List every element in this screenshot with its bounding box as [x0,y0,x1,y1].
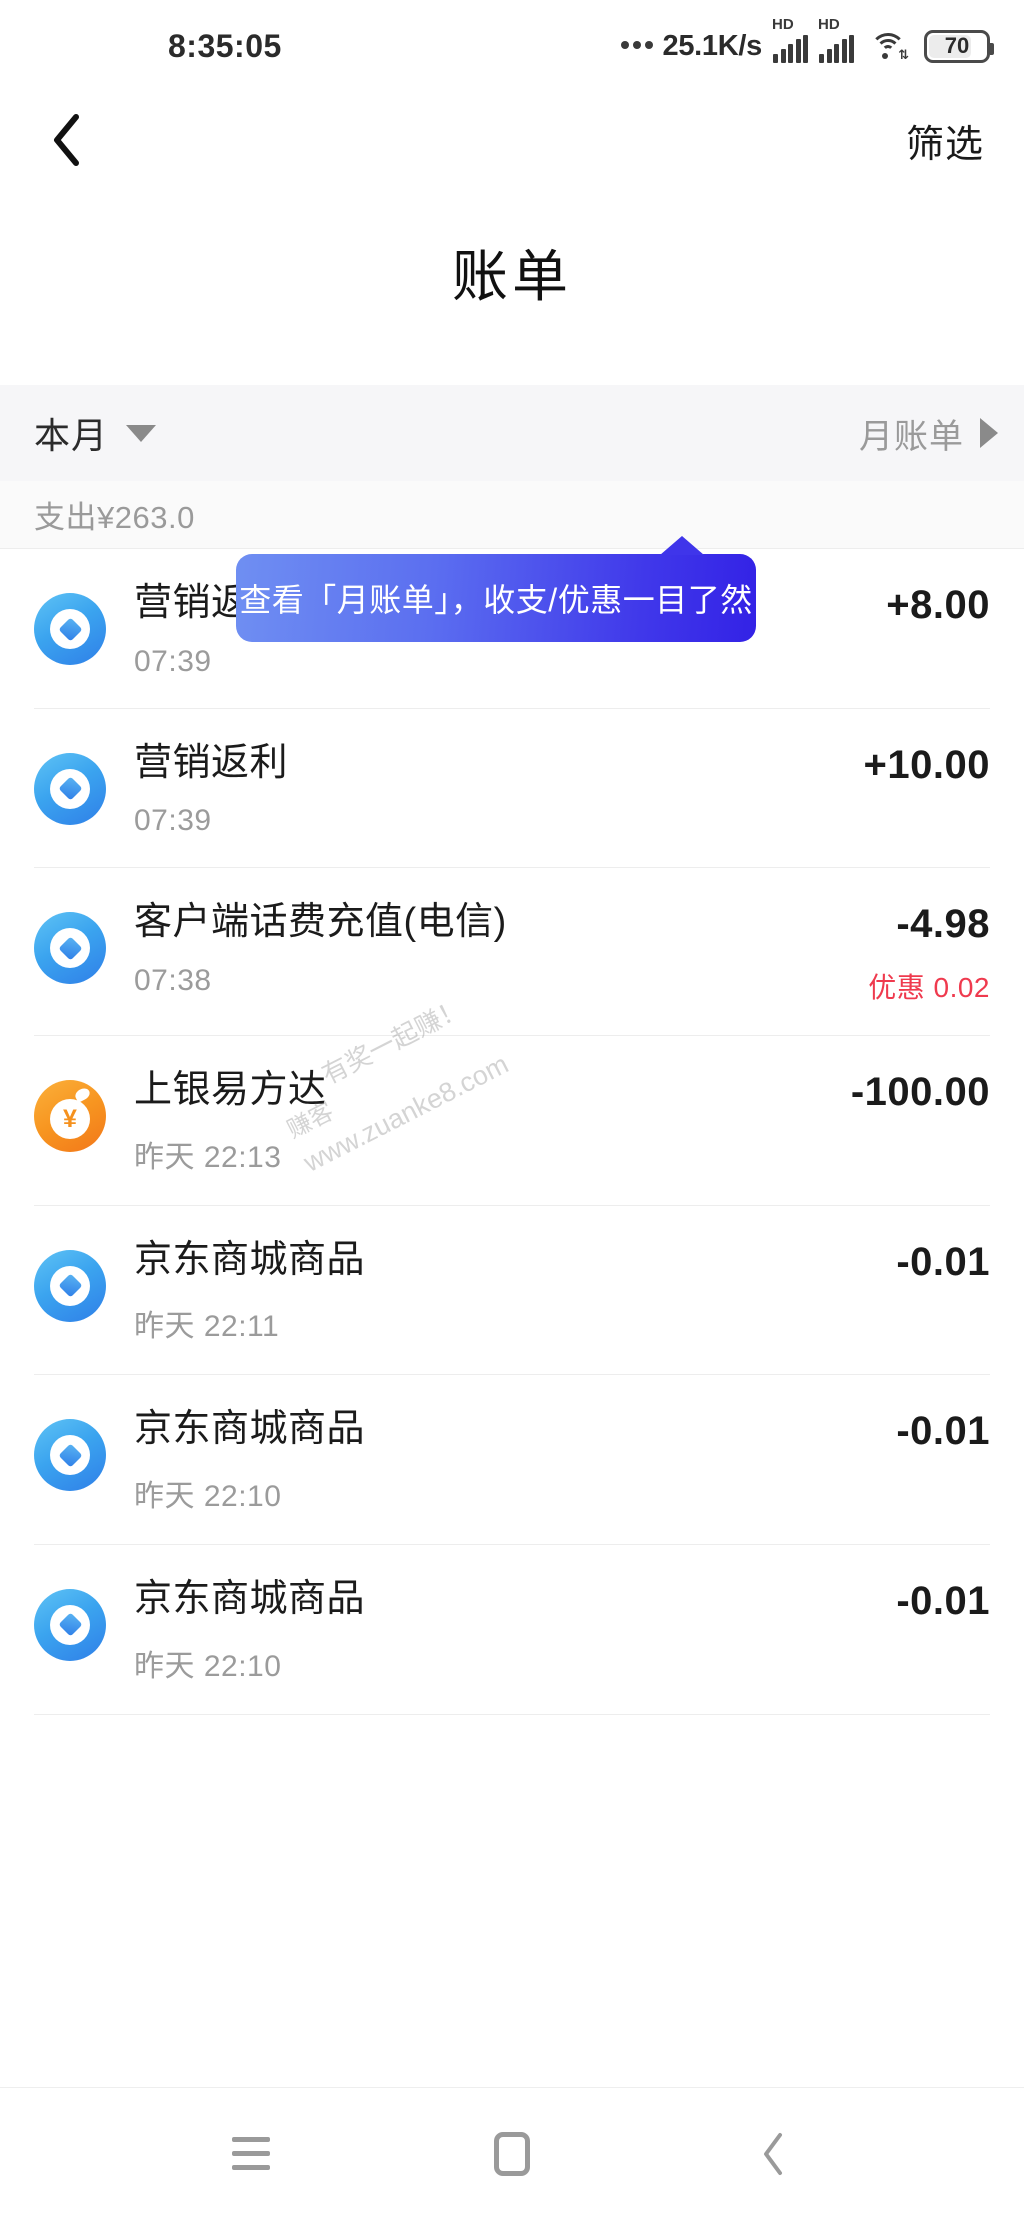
summary-bar: 支出¥263.0 [0,481,1024,549]
jd-pay-blue-icon [34,1249,106,1322]
filter-button[interactable]: 筛选 [896,107,994,174]
transaction-amount: -4.98 [896,902,990,947]
monthly-bill-entry[interactable]: 月账单 [859,409,998,458]
transaction-info: 营销返利 07:39 [134,739,864,839]
expense-summary-label: 支出¥263.0 [34,500,195,535]
system-navigation-bar [0,2087,1024,2219]
transaction-row[interactable]: 营销返利 07:39 +10.00 [0,709,1024,869]
transaction-time: 昨天 22:13 [134,1140,282,1174]
transaction-amount: -0.01 [896,1409,990,1454]
jd-pay-blue-icon [34,912,106,985]
jd-pay-blue-icon [34,1588,106,1661]
jd-pay-blue-icon [34,593,106,665]
home-button[interactable] [467,2109,557,2199]
more-dots-icon [620,40,653,52]
transaction-amount-group: -0.01 [896,1575,990,1625]
network-speed-label: 25.1K/s [662,29,763,62]
battery-level-label: 70 [944,33,970,58]
transaction-row[interactable]: 客户端话费充值(电信) 07:38 -4.98 优惠 0.02 [0,868,1024,1037]
transaction-amount-group: -4.98 优惠 0.02 [868,898,990,1006]
transaction-amount: +8.00 [886,583,990,627]
tooltip-arrow-icon [660,536,704,555]
chevron-right-icon [980,418,998,448]
status-bar: 8:35:05 25.1K/s HD HD ⇅ 70 [0,0,1024,92]
transaction-time: 07:38 [134,963,212,997]
transaction-amount-group: -100.00 [851,1066,990,1116]
battery-icon: 70 [924,29,994,63]
transaction-amount: -100.00 [850,1070,990,1115]
transaction-amount-group: -0.01 [896,1405,990,1455]
transaction-row[interactable]: 京东商城商品 昨天 22:11 -0.01 [0,1206,1024,1376]
transaction-row[interactable]: 京东商城商品 昨天 22:10 -0.01 [0,1545,1024,1715]
jd-pay-blue-icon [34,752,106,825]
transaction-amount-group: -0.01 [896,1236,990,1286]
transaction-amount-group: +8.00 [886,579,990,629]
signal-1-bars [773,35,808,63]
transaction-row[interactable]: 京东商城商品 昨天 22:10 -0.01 [0,1375,1024,1545]
transaction-title: 营销返利 [134,741,289,784]
transaction-title: 京东商城商品 [134,1238,366,1281]
wifi-icon: ⇅ [869,31,909,62]
transaction-time: 昨天 22:10 [134,1479,282,1513]
transaction-info: 京东商城商品昨天 22:10 [134,1575,896,1685]
system-back-button[interactable] [728,2109,818,2199]
transaction-time: 昨天 22:11 [134,1310,280,1344]
transaction-title: 上银易方达 [134,1069,327,1112]
transaction-time: 07:39 [134,644,212,678]
transaction-time: 昨天 22:10 [134,1649,282,1683]
transaction-time: 07:39 [134,804,212,838]
tooltip-text: 查看「月账单」，收支/优惠一目了然 [239,582,753,618]
jd-pay-blue-icon [34,1419,106,1492]
status-bar-clock: 8:35:05 [168,27,282,64]
signal-2-hd-label: HD [818,16,840,33]
transaction-info: 京东商城商品昨天 22:10 [134,1405,896,1515]
transaction-amount: -0.01 [896,1578,990,1623]
transaction-title: 客户端话费充值(电信) [134,901,507,944]
wifi-transfer-arrows: ⇅ [898,47,909,62]
status-bar-indicators: 25.1K/s HD HD ⇅ 70 [620,17,994,63]
signal-2-icon: HD [818,17,854,63]
month-filter-bar: 本月 月账单 [0,385,1024,481]
signal-1-hd-label: HD [772,16,794,33]
menu-icon [231,2137,270,2170]
transaction-title: 京东商城商品 [134,1577,366,1620]
transaction-amount: -0.01 [896,1239,990,1284]
recents-button[interactable] [206,2109,296,2199]
app-bar: 筛选 [0,92,1024,188]
transaction-list: 营销返利 07:39 +8.00 营销返利 07:39 +10.00 客户端话费充值(电信)… [0,549,1024,1715]
back-button[interactable] [38,112,94,168]
month-selector[interactable]: 本月 [34,407,157,459]
transaction-amount-group: +10.00 [864,739,990,789]
transaction-info: 京东商城商品昨天 22:11 [134,1236,896,1346]
transaction-discount: 优惠 0.02 [868,972,990,1004]
fund-yen-orange-icon: ¥ [34,1080,106,1153]
chevron-down-icon [126,424,157,442]
page-title: 账单 [452,245,572,308]
signal-1-icon: HD [772,17,808,63]
monthly-bill-tooltip[interactable]: 查看「月账单」，收支/优惠一目了然 [236,536,756,642]
transaction-row[interactable]: ¥ 上银易方达 昨天 22:13 -100.00 [0,1036,1024,1206]
transaction-amount: +10.00 [863,742,990,787]
signal-2-bars [819,35,854,63]
month-selector-label: 本月 [34,415,109,456]
transaction-title: 京东商城商品 [134,1408,366,1451]
transaction-info: 客户端话费充值(电信) 07:38 [134,898,868,998]
monthly-bill-label: 月账单 [859,417,964,456]
transaction-info: 上银易方达昨天 22:13 [134,1066,851,1176]
home-square-icon [493,2131,530,2176]
